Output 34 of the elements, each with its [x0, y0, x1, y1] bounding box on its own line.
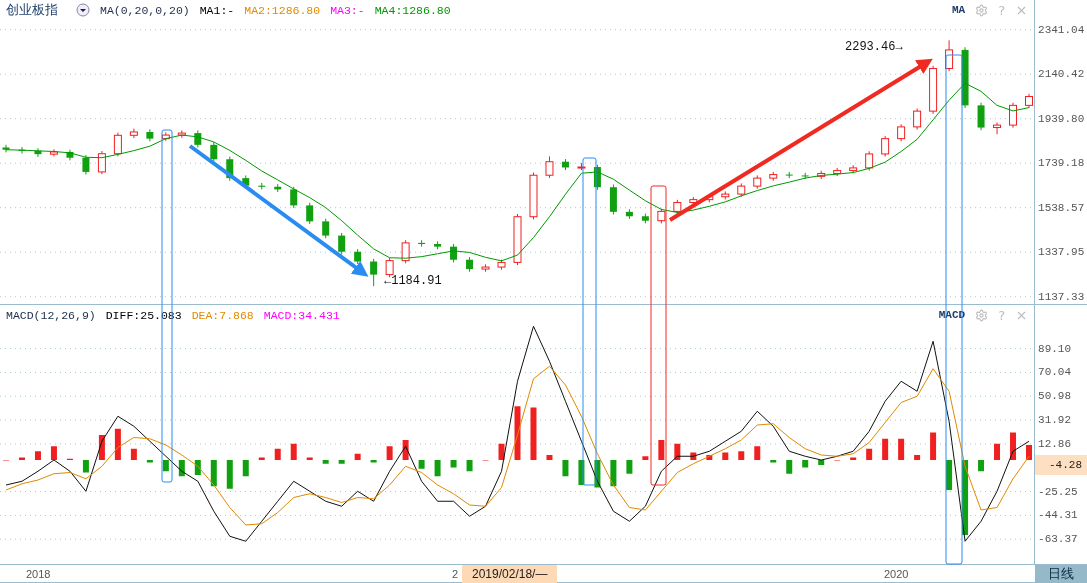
y-axis-label: 70.04 — [1038, 366, 1072, 379]
indicator-tag: MA — [951, 4, 966, 16]
indicator-value: MACD:34.431 — [263, 308, 340, 322]
y-axis-label: 1337.95 — [1038, 246, 1085, 259]
x-axis-label: 2020 — [884, 568, 909, 580]
indicator-value: MA1:- — [199, 3, 235, 17]
y-axis-label: 1137.33 — [1038, 290, 1085, 303]
y-axis-label: 2140.42 — [1038, 68, 1085, 81]
y-axis-label: 1538.57 — [1038, 201, 1085, 214]
y-axis-label: 2341.04 — [1038, 23, 1085, 36]
x-axis-label: 2018 — [26, 568, 51, 580]
indicator-value: DEA:7.868 — [191, 308, 254, 322]
current-value-label: -4.28 — [1035, 455, 1087, 476]
indicator-value: MA3:- — [330, 3, 365, 17]
index-title: 创业板指 — [6, 1, 58, 19]
indicator-value: MA2:1286.80 — [244, 3, 321, 17]
indicator-label: MACD(12,26,9) — [6, 308, 96, 322]
y-axis-label: 12.86 — [1038, 437, 1072, 450]
y-axis-label: 1939.80 — [1038, 112, 1085, 125]
cursor-date-label: 2019/02/18/— — [462, 565, 558, 583]
price-annotation: 2293.46→ — [845, 40, 903, 54]
y-axis-label: 50.98 — [1038, 390, 1072, 403]
x-axis-label: 2 — [452, 568, 459, 580]
y-axis-label: -44.31 — [1038, 509, 1078, 522]
indicator-value: DIFF:25.083 — [105, 308, 182, 322]
price-annotation: ←1184.91 — [384, 274, 442, 288]
indicator-tag: MACD — [938, 309, 966, 321]
indicator-value: MA4:1286.80 — [374, 3, 451, 17]
y-axis-label: 89.10 — [1038, 342, 1072, 355]
y-axis-label: 1739.18 — [1038, 157, 1085, 170]
y-axis-label: -63.37 — [1038, 533, 1078, 546]
y-axis-label: -25.25 — [1038, 485, 1078, 498]
y-axis-label: 31.92 — [1038, 414, 1072, 427]
indicator-label: MA(0,20,0,20) — [100, 3, 190, 17]
